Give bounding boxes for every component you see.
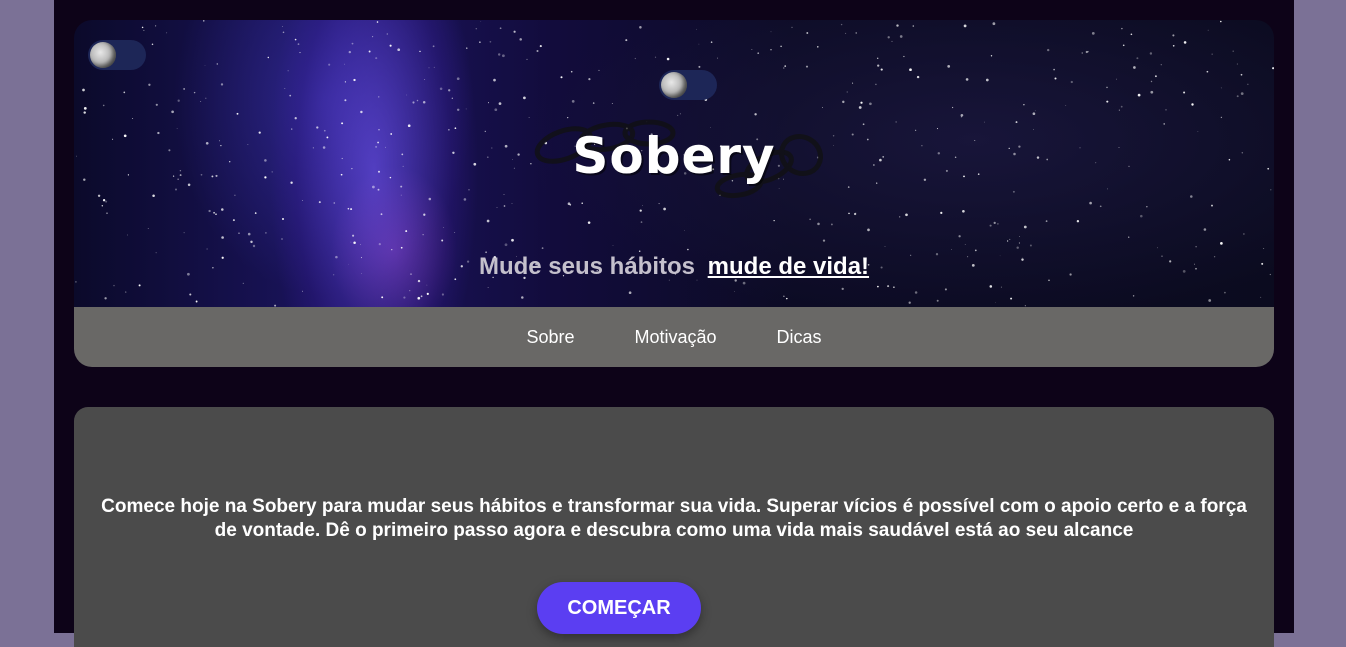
hero-banner: Sobery Mude seus hábitos mude de vida! <box>74 20 1274 307</box>
hero-tagline: Mude seus hábitos mude de vida! <box>74 253 1274 281</box>
page-container: Sobery Mude seus hábitos mude de vida! S… <box>54 0 1294 647</box>
tagline-muted: Mude seus hábitos <box>478 253 695 280</box>
main-nav: Sobre Motivação Dicas <box>74 307 1274 367</box>
start-button[interactable]: COMEÇAR <box>537 582 701 634</box>
theme-toggle-secondary[interactable] <box>659 70 717 100</box>
nav-item-motivacao[interactable]: Motivação <box>634 327 716 348</box>
tagline-emphasis: mude de vida! <box>707 253 870 280</box>
theme-toggle[interactable] <box>88 40 146 70</box>
intro-card: Comece hoje na Sobery para mudar seus há… <box>74 407 1274 647</box>
intro-text: Comece hoje na Sobery para mudar seus há… <box>101 496 1247 541</box>
nav-item-dicas[interactable]: Dicas <box>777 327 822 348</box>
moon-icon <box>661 72 687 98</box>
moon-icon <box>90 42 116 68</box>
nav-item-sobre[interactable]: Sobre <box>526 327 574 348</box>
brand-logo: Sobery <box>572 127 776 185</box>
